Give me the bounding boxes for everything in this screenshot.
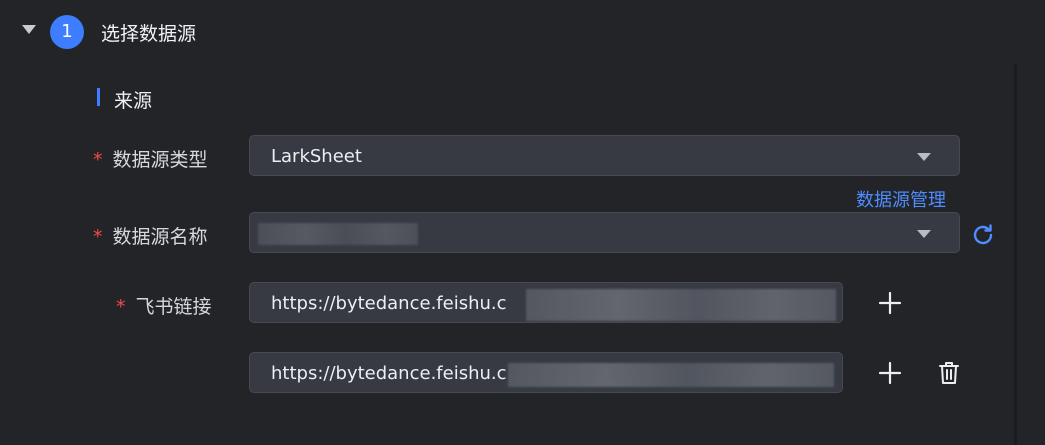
datasource-type-value: LarkSheet [271,146,362,167]
section-accent-bar [97,88,100,106]
datasource-name-select[interactable] [249,212,960,253]
chevron-down-icon [917,230,931,238]
section-title: 来源 [114,90,153,112]
redacted-value [526,289,836,321]
datasource-name-label: * 数据源名称 [93,222,208,249]
step-header: 1 选择数据源 [0,0,1045,64]
required-mark: * [93,149,103,171]
redacted-value [258,223,418,245]
lark-link-value-1: https://bytedance.feishu.c [271,293,507,314]
datasource-name-label-text: 数据源名称 [112,226,208,248]
vertical-scrollbar[interactable] [1014,64,1017,445]
plus-icon[interactable] [877,290,903,316]
caret-down-icon[interactable] [22,25,36,34]
lark-link-label-text: 飞书链接 [135,296,212,318]
chevron-down-icon [917,153,931,161]
step-title: 选择数据源 [101,23,197,45]
trash-icon[interactable] [936,360,962,386]
datasource-type-select[interactable]: LarkSheet [249,135,960,176]
lark-link-input-1[interactable]: https://bytedance.feishu.c [249,282,843,323]
redacted-value [508,363,834,387]
lark-link-input-2[interactable]: https://bytedance.feishu.c [249,352,843,393]
step-number-badge: 1 [50,15,84,49]
lark-link-label: * 飞书链接 [116,292,212,319]
refresh-icon[interactable] [970,222,996,248]
lark-link-value-2: https://bytedance.feishu.c [271,363,507,384]
datasource-manage-link[interactable]: 数据源管理 [856,186,946,212]
plus-icon[interactable] [877,360,903,386]
datasource-type-label-text: 数据源类型 [112,149,208,171]
datasource-type-label: * 数据源类型 [93,145,208,172]
required-mark: * [93,226,103,248]
required-mark: * [116,296,126,318]
